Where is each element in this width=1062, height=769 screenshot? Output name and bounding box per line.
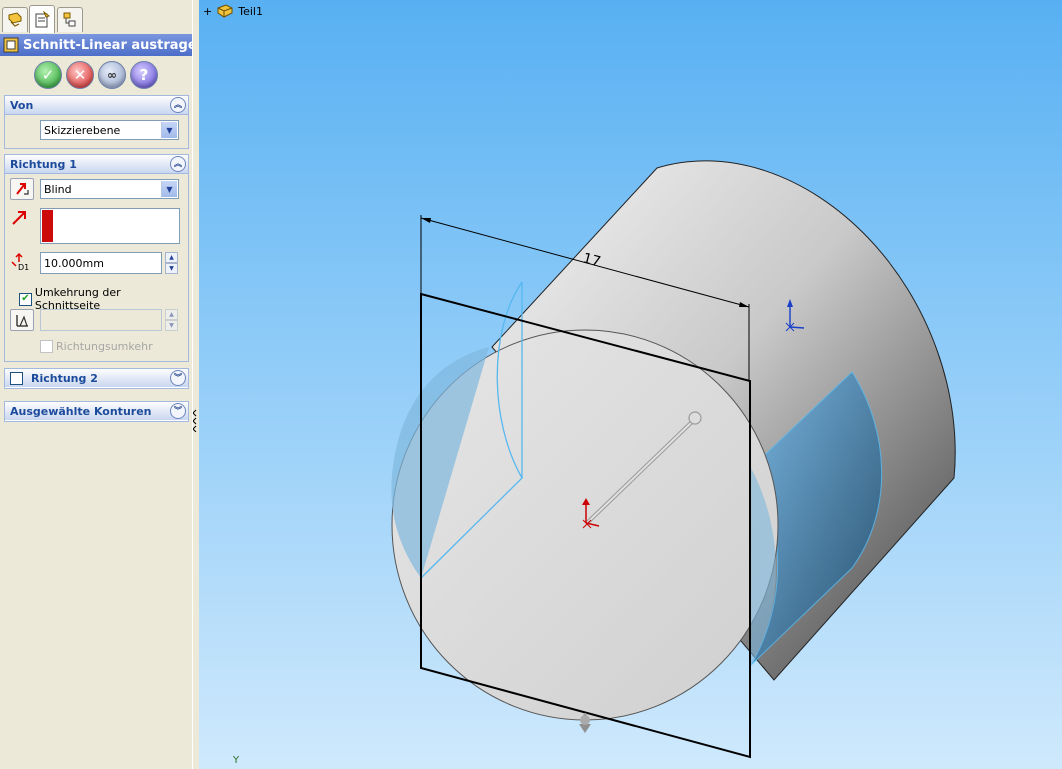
close-icon: ✕ — [73, 66, 87, 84]
checkbox-unchecked-icon[interactable] — [40, 340, 53, 353]
draft-angle-icon — [16, 315, 28, 327]
depth-input[interactable]: 10.000mm — [40, 252, 162, 274]
extruded-cut-icon — [3, 37, 19, 53]
graphics-viewport[interactable]: + Teil1 17 Y — [199, 0, 1062, 769]
chevron-down-icon: ▼ — [161, 122, 177, 138]
draft-angle-input[interactable] — [40, 309, 162, 331]
detail-preview-button[interactable]: ∞ — [98, 61, 126, 89]
group-konturen-title: Ausgewählte Konturen — [10, 404, 152, 418]
group-ausgewaehlte-konturen: Ausgewählte Konturen ︾ — [4, 401, 189, 422]
help-button[interactable]: ? — [130, 61, 158, 89]
von-select[interactable]: Skizzierebene ▼ — [40, 120, 179, 140]
expand-icon[interactable]: ︾ — [170, 370, 186, 386]
chevron-down-icon: ▼ — [161, 181, 177, 197]
action-buttons: ✓ ✕ ∞ ? — [0, 58, 192, 92]
collapse-icon[interactable]: ︽ — [170, 156, 186, 172]
reverse-direction-button[interactable] — [10, 178, 34, 200]
model-canvas[interactable]: 17 — [199, 0, 1062, 769]
group-richtung-1: Richtung 1 ︽ Blind ▼ D1 10.000mm ▲ ▼ ✔ U… — [4, 154, 189, 362]
feature-title: Schnitt-Linear austrage... — [23, 37, 192, 53]
tab-property-manager[interactable] — [29, 5, 55, 33]
tab-configuration-manager[interactable] — [57, 7, 83, 32]
depth-dimension-icon: D1 — [11, 252, 29, 272]
spin-up-icon[interactable]: ▲ — [165, 309, 178, 320]
draft-toggle-button[interactable] — [10, 309, 34, 331]
manager-tabs — [0, 0, 192, 34]
reverse-direction-label: Richtungsumkehr — [56, 340, 153, 353]
feature-tree-icon — [8, 12, 22, 27]
group-von-header[interactable]: Von ︽ — [5, 96, 188, 115]
reverse-arrow-icon — [16, 183, 29, 195]
checkmark-icon: ✓ — [41, 66, 55, 84]
expand-icon[interactable]: ︾ — [170, 403, 186, 419]
group-richtung-2-title: Richtung 2 — [31, 371, 98, 385]
spin-down-icon[interactable]: ▼ — [165, 263, 178, 274]
help-icon: ? — [139, 66, 149, 84]
splitter-grip-icon[interactable] — [193, 408, 197, 432]
end-condition-value: Blind — [44, 182, 72, 196]
property-manager-panel: Schnitt-Linear austrage... ✓ ✕ ∞ ? Von ︽… — [0, 0, 193, 769]
von-selected-value: Skizzierebene — [44, 123, 121, 137]
glasses-icon: ∞ — [107, 68, 117, 82]
group-konturen-header[interactable]: Ausgewählte Konturen ︾ — [5, 402, 188, 420]
property-manager-icon — [35, 10, 51, 27]
depth-spinner[interactable]: ▲ ▼ — [165, 252, 178, 274]
collapse-icon[interactable]: ︽ — [170, 97, 186, 113]
ok-button[interactable]: ✓ — [34, 61, 62, 89]
tab-feature-manager[interactable] — [2, 7, 28, 32]
group-richtung-1-title: Richtung 1 — [10, 157, 77, 171]
group-richtung-2: Richtung 2 ︾ — [4, 368, 189, 389]
end-condition-select[interactable]: Blind ▼ — [40, 179, 179, 199]
richtung-2-checkbox[interactable] — [10, 371, 23, 385]
depth-value: 10.000mm — [44, 256, 104, 270]
selection-color-swatch — [42, 210, 53, 242]
configuration-icon — [63, 12, 76, 27]
group-von-title: Von — [10, 98, 34, 112]
feature-title-bar: Schnitt-Linear austrage... — [0, 34, 192, 56]
direction-selection-box[interactable] — [40, 208, 180, 244]
draft-spinner[interactable]: ▲ ▼ — [165, 309, 178, 331]
group-richtung-2-header[interactable]: Richtung 2 ︾ — [5, 369, 188, 387]
cancel-button[interactable]: ✕ — [66, 61, 94, 89]
group-von: Von ︽ Skizzierebene ▼ — [4, 95, 189, 149]
spin-down-icon[interactable]: ▼ — [165, 320, 178, 331]
direction-arrow-icon — [12, 211, 26, 225]
group-richtung-1-header[interactable]: Richtung 1 ︽ — [5, 155, 188, 174]
axis-label-y: Y — [233, 755, 240, 766]
svg-text:D1: D1 — [18, 263, 29, 272]
draft-outward-checkbox[interactable]: Richtungsumkehr — [40, 340, 153, 353]
spin-up-icon[interactable]: ▲ — [165, 252, 178, 263]
checkbox-checked-icon[interactable]: ✔ — [19, 292, 32, 306]
